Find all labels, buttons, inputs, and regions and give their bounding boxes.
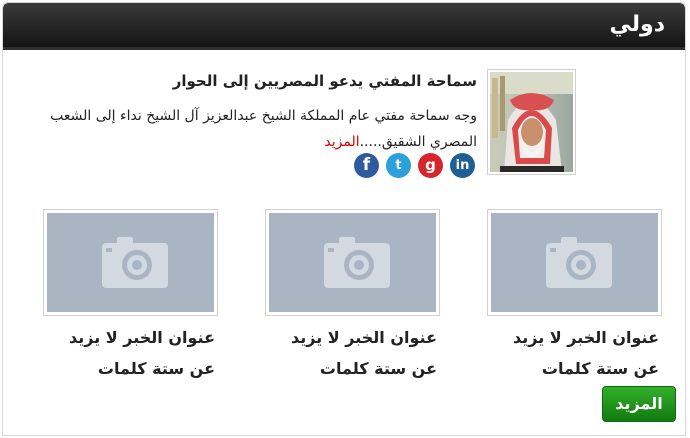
google-plus-share-button[interactable]: g [418, 153, 443, 178]
camera-icon [546, 237, 612, 288]
widget-title: دولي [609, 12, 665, 37]
facebook-share-button[interactable]: f [354, 153, 379, 178]
read-more-link[interactable]: المزيد [324, 134, 359, 150]
news-card-thumbnail[interactable] [265, 209, 440, 316]
news-card[interactable]: عنوان الخبر لا يزيد عن ستة كلمات [265, 209, 440, 384]
news-card-title[interactable]: عنوان الخبر لا يزيد عن ستة كلمات [265, 322, 440, 384]
news-card[interactable]: عنوان الخبر لا يزيد عن ستة كلمات [43, 209, 218, 384]
camera-icon [102, 237, 168, 288]
linkedin-share-button[interactable]: in [450, 153, 475, 178]
featured-thumbnail[interactable] [487, 69, 576, 175]
featured-article-excerpt: وجه سماحة مفتي عام المملكة الشيخ عبدالعز… [7, 103, 477, 155]
image-placeholder [491, 213, 658, 312]
widget-header: دولي [3, 3, 685, 50]
news-card-thumbnail[interactable] [487, 209, 662, 316]
camera-icon [324, 237, 390, 288]
more-button[interactable]: المزيد [602, 386, 676, 422]
news-card-title[interactable]: عنوان الخبر لا يزيد عن ستة كلمات [43, 322, 218, 384]
news-card-title[interactable]: عنوان الخبر لا يزيد عن ستة كلمات [487, 322, 662, 384]
image-placeholder [47, 213, 214, 312]
news-card[interactable]: عنوان الخبر لا يزيد عن ستة كلمات [487, 209, 662, 384]
news-card-thumbnail[interactable] [43, 209, 218, 316]
portrait-photo [490, 72, 573, 172]
share-buttons: f t g in [354, 153, 476, 178]
featured-article-title[interactable]: سماحة المفتي يدعو المصريين إلى الحوار [7, 72, 477, 90]
twitter-share-button[interactable]: t [386, 153, 411, 178]
excerpt-text: وجه سماحة مفتي عام المملكة الشيخ عبدالعز… [50, 108, 477, 150]
image-placeholder [269, 213, 436, 312]
